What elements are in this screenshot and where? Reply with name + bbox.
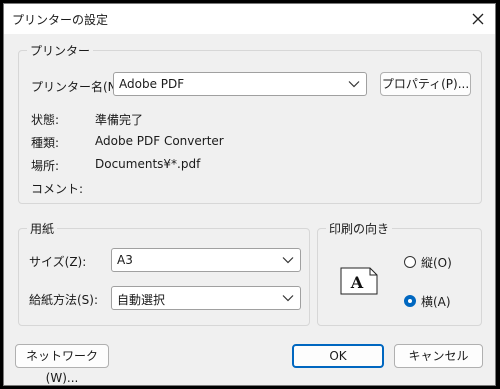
title-bar: プリンターの設定 [4, 4, 495, 34]
chevron-down-icon [348, 81, 360, 88]
network-button[interactable]: ネットワーク(W)... [15, 344, 109, 385]
paper-source-value: 自動選択 [117, 293, 166, 307]
printer-name-label: プリンター名(N): [31, 80, 126, 94]
close-icon[interactable] [467, 8, 489, 30]
properties-button[interactable]: プロパティ(P)... [380, 72, 471, 96]
landscape-radio[interactable] [404, 295, 416, 307]
landscape-label[interactable]: 横(A) [421, 293, 451, 310]
paper-source-label: 給紙方法(S): [29, 293, 99, 307]
portrait-radio[interactable] [404, 256, 416, 268]
cancel-button[interactable]: キャンセル [394, 344, 483, 368]
paper-source-select[interactable]: 自動選択 [111, 286, 301, 310]
paper-group: 用紙 サイズ(Z): A3 給紙方法(S): 自動選択 [18, 220, 310, 326]
printer-group-label: プリンター [27, 42, 94, 59]
orientation-group-label: 印刷の向き [326, 220, 393, 237]
printer-name-select[interactable]: Adobe PDF [113, 72, 367, 96]
printer-group: プリンター プリンター名(N): Adobe PDF プロパティ(P)... 状… [18, 42, 482, 204]
chevron-down-icon [282, 257, 294, 264]
type-label: 種類: [31, 136, 60, 150]
preview-letter: A [350, 273, 364, 292]
where-value: Documents¥*.pdf [95, 157, 201, 171]
chevron-down-icon [282, 295, 294, 302]
where-label: 場所: [31, 159, 60, 173]
dialog-title: プリンターの設定 [12, 13, 109, 27]
paper-group-label: 用紙 [27, 220, 58, 237]
type-value: Adobe PDF Converter [95, 134, 224, 148]
ok-button[interactable]: OK [292, 344, 384, 368]
orientation-group: 印刷の向き A 縦(O) 横(A) [317, 220, 482, 326]
printer-name-value: Adobe PDF [119, 77, 185, 91]
page-orientation-preview-icon: A [340, 267, 378, 295]
paper-size-label: サイズ(Z): [29, 255, 87, 269]
printer-setup-dialog: プリンターの設定 プリンター プリンター名(N): Adobe PDF プロパテ… [3, 3, 496, 386]
status-label: 状態: [31, 113, 60, 127]
status-value: 準備完了 [95, 113, 144, 127]
portrait-label[interactable]: 縦(O) [421, 254, 452, 271]
paper-size-select[interactable]: A3 [111, 248, 301, 272]
paper-size-value: A3 [117, 253, 133, 267]
comment-label: コメント: [31, 182, 84, 196]
